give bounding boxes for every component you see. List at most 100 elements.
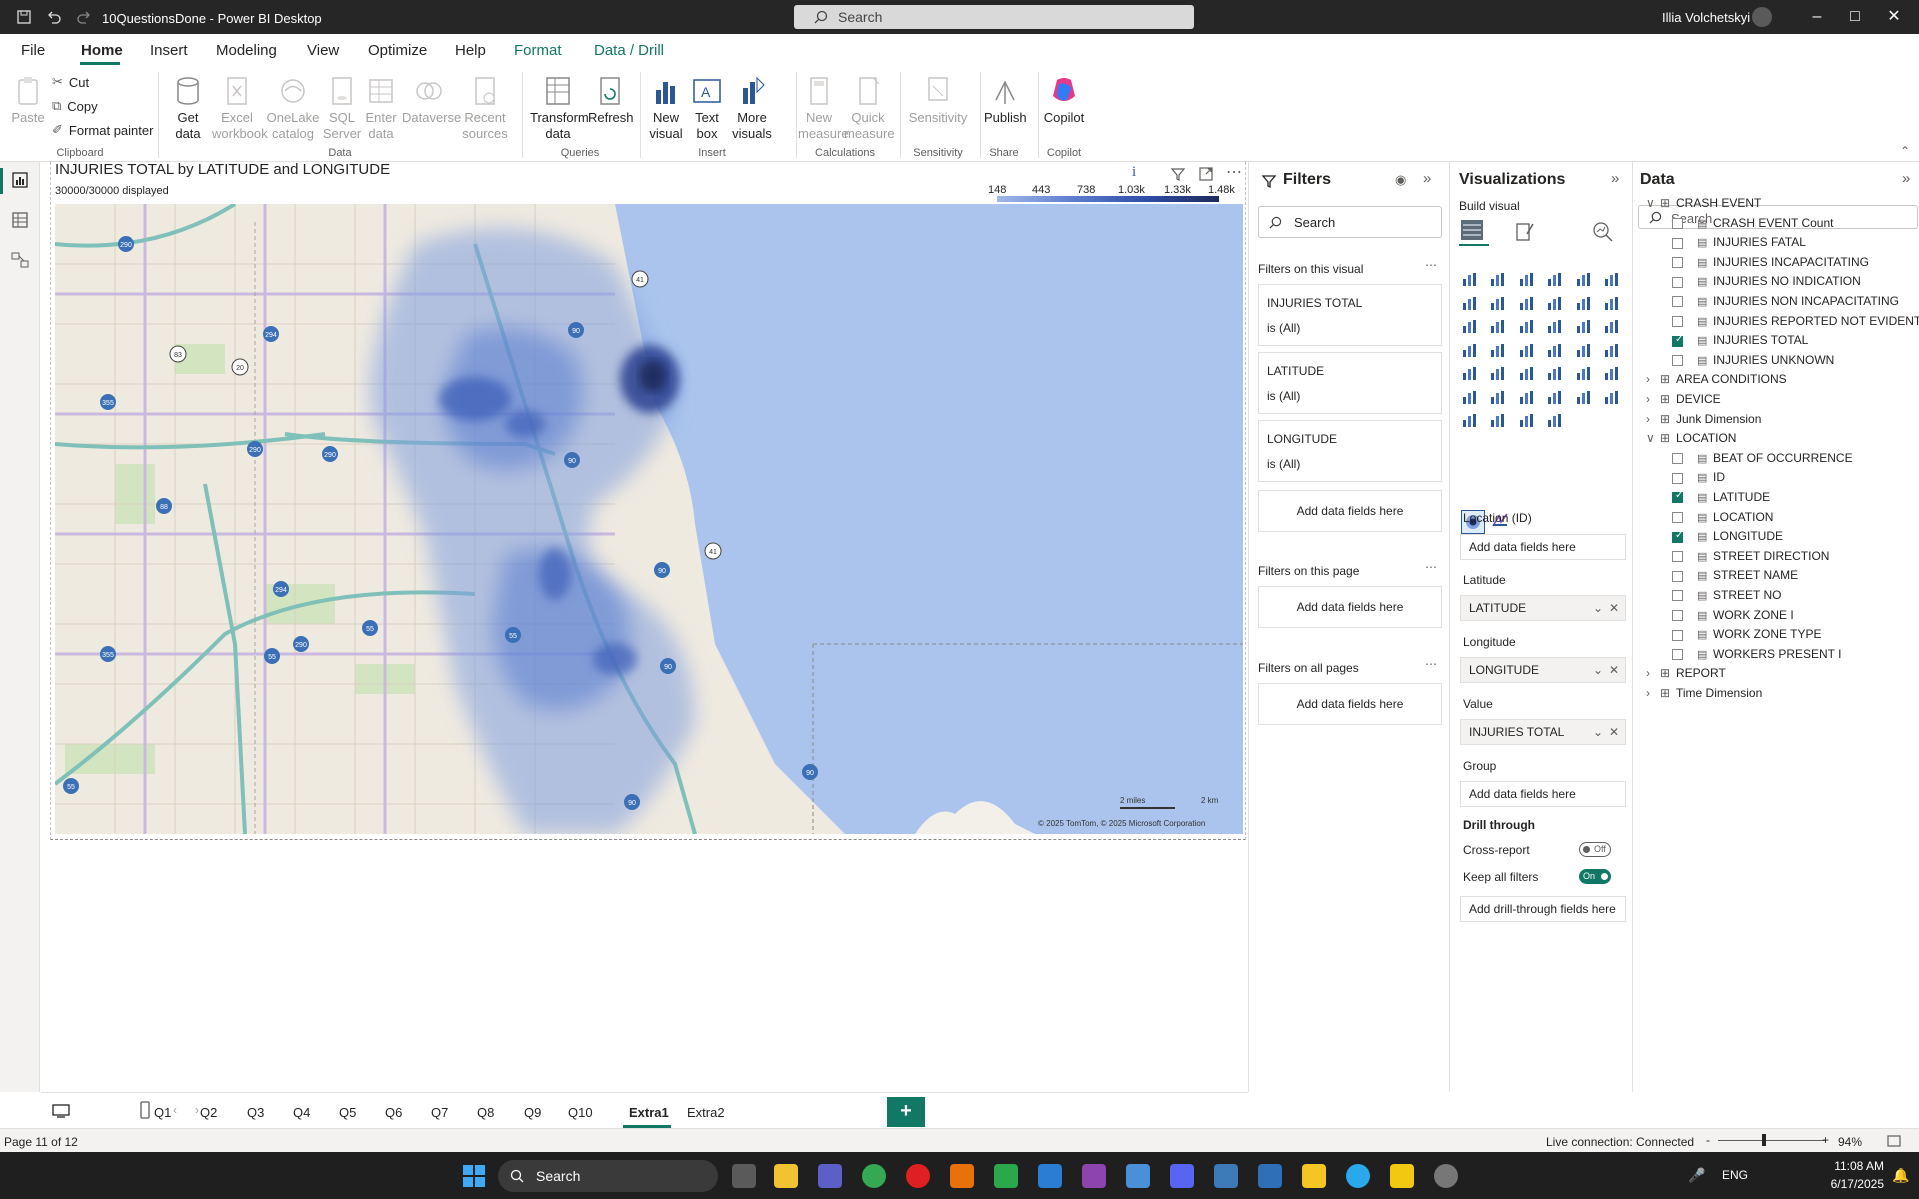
card-icon[interactable] xyxy=(1603,341,1623,361)
checkbox[interactable] xyxy=(1672,590,1683,602)
line-column-icon[interactable] xyxy=(1575,294,1595,314)
checkbox-checked[interactable]: ✓ xyxy=(1672,490,1683,504)
zoom-level[interactable]: 94% xyxy=(1838,1135,1862,1149)
table-view-icon[interactable] xyxy=(10,210,30,230)
table-node[interactable]: ∨ ⊞ CRASH EVENT xyxy=(1646,196,1761,210)
file-explorer-icon[interactable] xyxy=(774,1164,798,1188)
add-page-button[interactable]: + xyxy=(887,1097,925,1127)
field-item[interactable]: ▤ STREET DIRECTION xyxy=(1672,549,1829,563)
page-tab[interactable]: Q2 xyxy=(200,1105,217,1120)
checkbox[interactable] xyxy=(1672,649,1683,661)
task-view-icon[interactable] xyxy=(732,1164,756,1188)
taskbar-search[interactable]: Search xyxy=(498,1160,718,1192)
pycharm-icon[interactable] xyxy=(994,1164,1018,1188)
cut-button[interactable]: ✂ Cut xyxy=(52,74,89,90)
more-options-icon[interactable]: ⋯ xyxy=(1425,657,1437,671)
multirow-card-icon[interactable] xyxy=(1461,364,1481,384)
powerbi-taskbar-icon[interactable] xyxy=(1390,1164,1414,1188)
drill-through-well[interactable]: Add drill-through fields here xyxy=(1460,896,1626,922)
checkbox[interactable] xyxy=(1672,551,1683,563)
remove-field-icon[interactable]: ✕ xyxy=(1609,596,1619,620)
notification-icon[interactable]: 🔔 xyxy=(1892,1167,1909,1184)
python-visual-icon[interactable] xyxy=(1461,388,1481,408)
photos-icon[interactable] xyxy=(1214,1164,1238,1188)
chrome-icon[interactable] xyxy=(862,1164,886,1188)
fit-to-page-icon[interactable] xyxy=(1886,1133,1902,1149)
qna-icon[interactable] xyxy=(1546,388,1566,408)
stacked-column-icon[interactable] xyxy=(1489,270,1509,290)
system-tray-icons[interactable] xyxy=(1762,1165,1818,1185)
undo-icon[interactable] xyxy=(46,9,62,25)
funnel-chart-icon[interactable] xyxy=(1518,317,1538,337)
ribbon-chart-icon[interactable] xyxy=(1546,294,1566,314)
focus-mode-icon[interactable] xyxy=(1198,166,1214,182)
remove-field-icon[interactable]: ✕ xyxy=(1609,658,1619,682)
analytics-icon[interactable] xyxy=(1591,220,1615,244)
add-page-filter-drop[interactable]: Add data fields here xyxy=(1258,586,1442,628)
clock-time[interactable]: 11:08 AM xyxy=(1828,1159,1884,1173)
settings-icon[interactable] xyxy=(1434,1164,1458,1188)
avatar[interactable] xyxy=(1752,7,1772,27)
refresh-button[interactable]: Refresh xyxy=(588,74,634,126)
field-item[interactable]: ▤ STREET NO xyxy=(1672,588,1781,602)
page-tab[interactable]: Q4 xyxy=(293,1105,310,1120)
scatter-icon[interactable] xyxy=(1546,317,1566,337)
notes-icon[interactable] xyxy=(1302,1164,1326,1188)
table-node[interactable]: › ⊞ Time Dimension xyxy=(1646,686,1762,700)
page-tab[interactable]: Q6 xyxy=(385,1105,402,1120)
redo-icon[interactable] xyxy=(76,9,92,25)
table-node[interactable]: › ⊞ DEVICE xyxy=(1646,392,1721,406)
location-well[interactable]: Add data fields here xyxy=(1460,534,1626,560)
text-box-button[interactable]: A Text box xyxy=(690,74,724,142)
report-view-icon[interactable] xyxy=(10,170,30,190)
funnel-icon[interactable] xyxy=(1489,317,1509,337)
field-item[interactable]: ▤ WORK ZONE I xyxy=(1672,608,1794,622)
collapse-ribbon-icon[interactable]: ⌃ xyxy=(1900,144,1910,158)
teams-icon[interactable] xyxy=(818,1164,842,1188)
field-item[interactable]: ▤ ID xyxy=(1672,470,1725,484)
field-item[interactable]: ▤ INJURIES NO INDICATION xyxy=(1672,274,1861,288)
line-stacked-column-icon[interactable] xyxy=(1603,294,1623,314)
field-item[interactable]: ▤ WORK ZONE TYPE xyxy=(1672,627,1821,641)
info-icon[interactable]: i xyxy=(1132,164,1136,181)
collapse-filters-icon[interactable]: » xyxy=(1423,170,1431,187)
cross-report-toggle[interactable]: Off xyxy=(1579,842,1611,857)
get-data-button[interactable]: Get data xyxy=(168,74,208,142)
heatmap-map[interactable]: 290 294 290 290 355 355 294 55 290 55 55… xyxy=(55,204,1243,834)
field-item[interactable]: ▤ LOCATION xyxy=(1672,510,1773,524)
power-automate-icon[interactable] xyxy=(1489,411,1509,431)
field-item[interactable]: ▤ WORKERS PRESENT I xyxy=(1672,647,1841,661)
minimize-icon[interactable]: – xyxy=(1808,8,1826,26)
menu-insert[interactable]: Insert xyxy=(150,42,188,59)
field-item[interactable]: ▤ INJURIES INCAPACITATING xyxy=(1672,255,1869,269)
filter-card-latitude[interactable]: LATITUDE is (All) xyxy=(1258,352,1442,414)
close-icon[interactable]: ✕ xyxy=(1885,8,1903,26)
stacked-bar-icon[interactable] xyxy=(1461,270,1481,290)
longitude-well[interactable]: LONGITUDE ⌄ ✕ xyxy=(1460,657,1626,683)
table-node[interactable]: › ⊞ REPORT xyxy=(1646,666,1726,680)
collapse-viz-icon[interactable]: » xyxy=(1611,170,1619,187)
field-item[interactable]: ▤ CRASH EVENT Count xyxy=(1672,216,1834,230)
checkbox[interactable] xyxy=(1672,355,1683,367)
visual-studio-icon[interactable] xyxy=(1082,1164,1106,1188)
publish-button[interactable]: Publish xyxy=(984,74,1027,126)
more-visuals-button[interactable]: More visuals xyxy=(728,74,776,142)
latitude-well[interactable]: LATITUDE ⌄ ✕ xyxy=(1460,595,1626,621)
chevron-right-icon[interactable]: › xyxy=(1646,392,1660,406)
value-well[interactable]: INJURIES TOTAL ⌄ ✕ xyxy=(1460,719,1626,745)
checkbox[interactable] xyxy=(1672,570,1683,582)
page-tab[interactable]: Extra2 xyxy=(687,1105,725,1120)
chevron-right-icon[interactable]: › xyxy=(1646,372,1660,386)
maximize-icon[interactable]: □ xyxy=(1846,8,1864,26)
field-item[interactable]: ▤ INJURIES UNKNOWN xyxy=(1672,353,1834,367)
slicer-icon[interactable] xyxy=(1518,364,1538,384)
field-item[interactable]: ▤ INJURIES REPORTED NOT EVIDENT xyxy=(1672,314,1919,328)
page-tab[interactable]: Q8 xyxy=(477,1105,494,1120)
table-icon[interactable] xyxy=(1546,364,1566,384)
matrix-icon[interactable] xyxy=(1575,364,1595,384)
field-item[interactable]: ✓ ▤ INJURIES TOTAL xyxy=(1672,333,1808,347)
filters-search-input[interactable]: Search xyxy=(1258,206,1442,238)
more-options-icon[interactable]: ⋯ xyxy=(1425,560,1437,574)
clustered-bar-icon[interactable] xyxy=(1518,270,1538,290)
r-visual-icon[interactable] xyxy=(1603,364,1623,384)
